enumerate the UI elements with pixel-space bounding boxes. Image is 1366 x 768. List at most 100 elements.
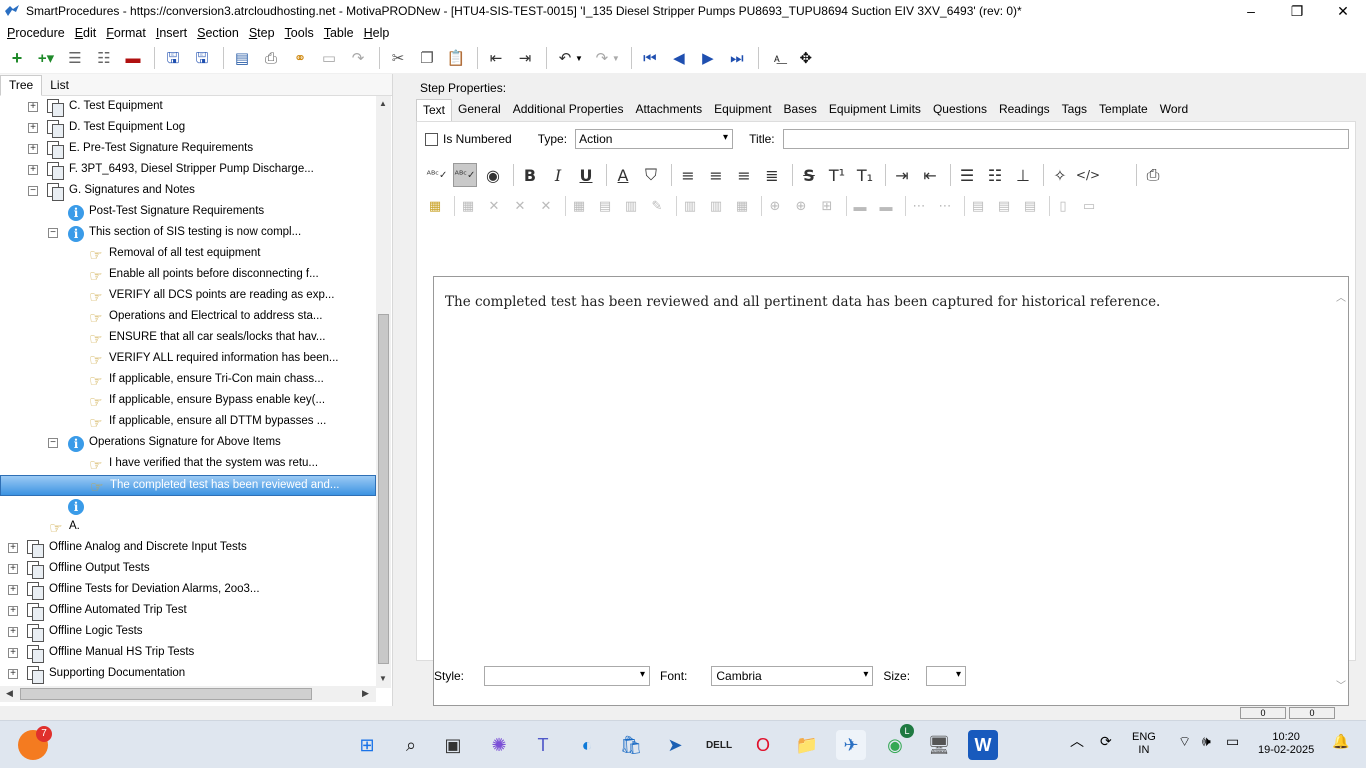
- close-button[interactable]: ✕: [1320, 0, 1366, 22]
- expand-icon[interactable]: +: [8, 564, 18, 574]
- scroll-up-icon[interactable]: ︿: [1336, 289, 1346, 304]
- tab-bases[interactable]: Bases: [778, 99, 823, 121]
- menu-procedure[interactable]: Procedure: [4, 26, 72, 40]
- insert-row-above-icon[interactable]: ⊕: [765, 196, 785, 216]
- spell-check-icon[interactable]: ᴬᴮᶜ✓: [425, 163, 449, 187]
- arrow-app-icon[interactable]: ➤: [660, 730, 690, 760]
- strikethrough-icon[interactable]: S: [797, 163, 821, 187]
- increase-indent-icon[interactable]: ⇥: [890, 163, 914, 187]
- scroll-up-icon[interactable]: ▲: [379, 99, 387, 108]
- notification-bell-icon[interactable]: 🔔: [1332, 734, 1349, 748]
- smartprocedures-app-icon[interactable]: ✈: [836, 730, 866, 760]
- scroll-thumb[interactable]: [20, 688, 312, 700]
- insert-column-right-icon[interactable]: ▥: [706, 196, 726, 216]
- collapse-icon[interactable]: −: [28, 186, 38, 196]
- split-cell-icon[interactable]: ⊞: [817, 196, 837, 216]
- task-view-icon[interactable]: ▣: [438, 730, 468, 760]
- tree-node[interactable]: ☞ VERIFY all DCS points are reading as ex…: [0, 286, 376, 307]
- merge-cells-icon[interactable]: ▦: [732, 196, 752, 216]
- align-middle-icon[interactable]: ▤: [994, 196, 1014, 216]
- menu-step[interactable]: Step: [246, 26, 282, 40]
- style-select[interactable]: ▾: [484, 666, 651, 686]
- edge-icon[interactable]: ◐: [572, 730, 602, 760]
- procedure-tree[interactable]: + C. Test Equipment + D. Test Equipment Log…: [0, 96, 376, 688]
- is-numbered-checkbox[interactable]: [425, 132, 438, 146]
- clock[interactable]: 10:20 19-02-2025: [1258, 731, 1314, 757]
- tree-node[interactable]: − i This section of SIS testing is now com…: [0, 223, 376, 244]
- scroll-left-icon[interactable]: ◀: [6, 688, 13, 699]
- scroll-down-icon[interactable]: ▼: [379, 674, 387, 683]
- row-height-icon[interactable]: ▭: [1079, 196, 1099, 216]
- menu-format[interactable]: Format: [103, 26, 153, 40]
- tab-template[interactable]: Template: [1093, 99, 1154, 121]
- tab-general[interactable]: General: [452, 99, 507, 121]
- color-wheel-icon[interactable]: ◉: [481, 163, 505, 187]
- magic-wand-icon[interactable]: ✧: [1048, 163, 1072, 187]
- delete-row-alt-icon[interactable]: ▬: [876, 196, 896, 216]
- save-all-icon[interactable]: 🖫: [160, 46, 186, 70]
- menu-tools[interactable]: Tools: [282, 26, 321, 40]
- row-properties-icon[interactable]: ▤: [595, 196, 615, 216]
- step-text[interactable]: The completed test has been reviewed and…: [445, 294, 1160, 310]
- minimize-button[interactable]: –: [1228, 0, 1274, 22]
- numbered-list-icon[interactable]: ☷: [983, 163, 1007, 187]
- collapse-icon[interactable]: −: [48, 228, 58, 238]
- tree-node[interactable]: − i Operations Signature for Above Items: [0, 433, 376, 454]
- size-select[interactable]: ▾: [926, 666, 967, 686]
- move-icon[interactable]: ✥: [793, 46, 819, 70]
- tree-node[interactable]: ☞ If applicable, ensure Tri-Con main chas…: [0, 370, 376, 391]
- tab-tree[interactable]: Tree: [0, 75, 43, 96]
- tab-text[interactable]: Text: [416, 99, 453, 121]
- tree-node[interactable]: + Offline Output Tests: [0, 559, 376, 580]
- copilot-icon[interactable]: ✺: [484, 730, 514, 760]
- add-substep-icon[interactable]: +▾: [33, 46, 59, 70]
- tab-additional-properties[interactable]: Additional Properties: [507, 99, 630, 121]
- tree-node[interactable]: + Offline Automated Trip Test: [0, 601, 376, 622]
- tree-vertical-scrollbar[interactable]: ▲ ▼: [376, 96, 391, 688]
- expand-icon[interactable]: +: [8, 585, 18, 595]
- cut-icon[interactable]: ✂: [385, 46, 411, 70]
- file-explorer-icon[interactable]: 📁: [792, 730, 822, 760]
- tab-questions[interactable]: Questions: [927, 99, 993, 121]
- tree-node[interactable]: i: [0, 496, 376, 517]
- tree-node[interactable]: ☞ Enable all points before disconnecting …: [0, 265, 376, 286]
- tree-node[interactable]: ☞ Operations and Electrical to address st…: [0, 307, 376, 328]
- tab-list[interactable]: List: [42, 76, 77, 95]
- tree-node[interactable]: + Offline Manual HS Trip Tests: [0, 643, 376, 664]
- delete-column-icon[interactable]: ✕: [536, 196, 556, 216]
- panel-splitter[interactable]: [397, 74, 403, 706]
- tree-node[interactable]: ☞ A.: [0, 517, 376, 538]
- font-color-icon[interactable]: A: [611, 163, 635, 187]
- tree-node[interactable]: ☞ If applicable, ensure Bypass enable key…: [0, 391, 376, 412]
- volume-icon[interactable]: 🕪: [1202, 734, 1211, 748]
- scroll-thumb[interactable]: [378, 314, 389, 664]
- start-windows-icon[interactable]: ⊞: [352, 730, 382, 760]
- subscript-icon[interactable]: T₁: [853, 163, 877, 187]
- html-source-icon[interactable]: </>: [1076, 163, 1100, 187]
- align-top-icon[interactable]: ▤: [968, 196, 988, 216]
- tab-equipment-limits[interactable]: Equipment Limits: [823, 99, 927, 121]
- superscript-icon[interactable]: T¹: [825, 163, 849, 187]
- copy-icon[interactable]: ❐: [414, 46, 440, 70]
- split-horizontal-icon[interactable]: ⋯: [935, 196, 955, 216]
- store-icon[interactable]: 🛍: [616, 730, 646, 760]
- expand-icon[interactable]: +: [8, 606, 18, 616]
- tree-node[interactable]: i Post-Test Signature Requirements: [0, 202, 376, 223]
- tree-node[interactable]: ☞ VERIFY ALL required information has bee…: [0, 349, 376, 370]
- highlight-fill-icon[interactable]: ⛉: [639, 163, 663, 187]
- previous-step-icon[interactable]: ◀: [666, 46, 692, 70]
- add-step-icon[interactable]: +: [4, 46, 30, 70]
- window-icon[interactable]: ▭: [316, 46, 342, 70]
- column-properties-icon[interactable]: ▥: [621, 196, 641, 216]
- merge-horizontal-icon[interactable]: ⋯: [909, 196, 929, 216]
- menu-insert[interactable]: Insert: [153, 26, 194, 40]
- wifi-icon[interactable]: ⌔: [1178, 734, 1191, 748]
- next-step-icon[interactable]: ▶: [695, 46, 721, 70]
- link-icon[interactable]: ⚭: [287, 46, 313, 70]
- chevron-up-icon[interactable]: ︿: [1070, 734, 1084, 748]
- tree-node[interactable]: + F. 3PT_6493, Diesel Stripper Pump Disch…: [0, 160, 376, 181]
- tree-node-selected[interactable]: ☞ The completed test has been reviewed an…: [0, 475, 376, 496]
- menu-edit[interactable]: Edit: [72, 26, 104, 40]
- tree-node[interactable]: + E. Pre-Test Signature Requirements: [0, 139, 376, 160]
- print-icon[interactable]: ⎙: [1141, 163, 1165, 187]
